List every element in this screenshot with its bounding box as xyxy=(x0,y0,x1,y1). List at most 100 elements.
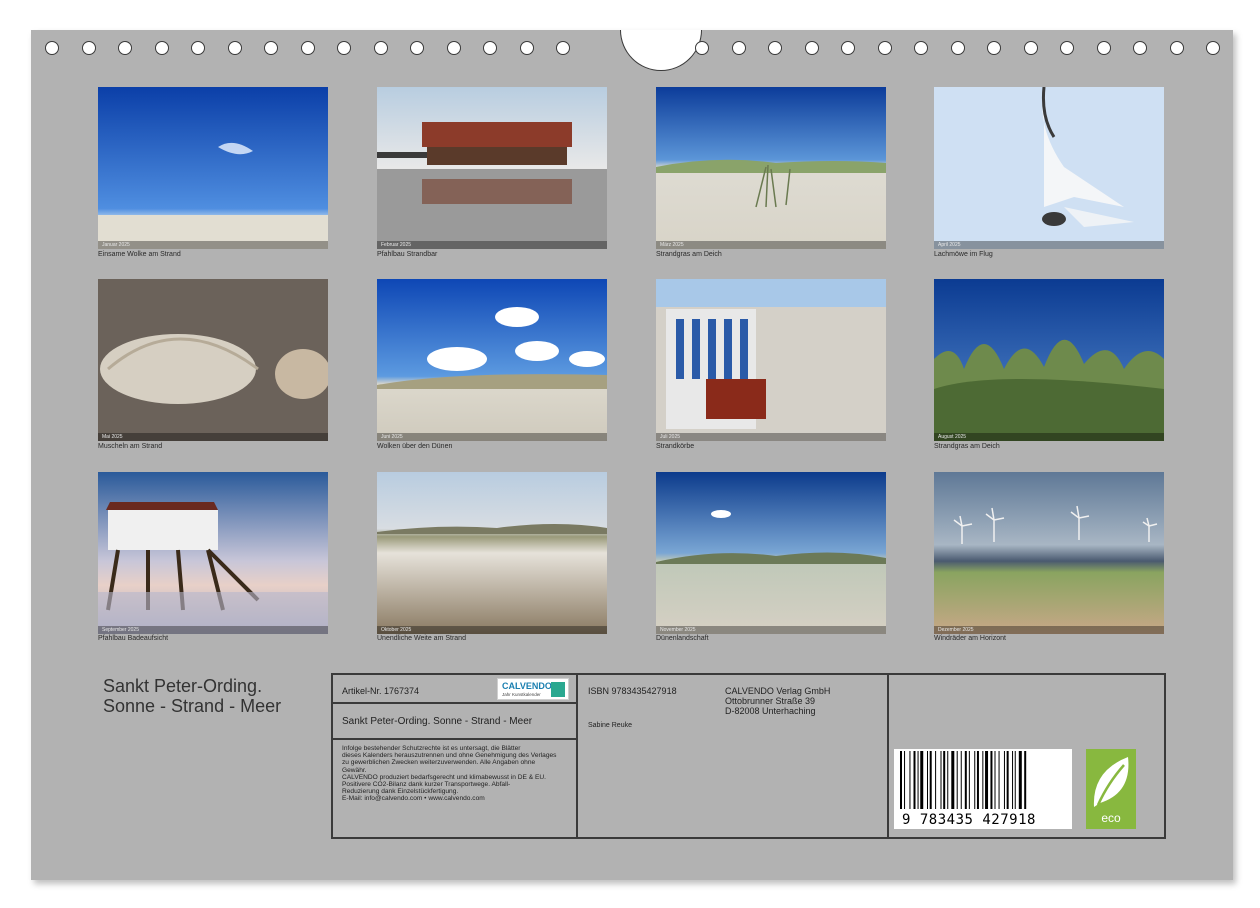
binding-hole xyxy=(987,41,1001,55)
binding-hole xyxy=(1169,41,1184,55)
photo-march: März 2025 xyxy=(656,87,886,249)
photo-caption: Dünenlandschaft xyxy=(656,635,709,642)
photo-april: April 2025 xyxy=(934,87,1164,249)
binding-hole xyxy=(731,41,746,55)
binding-hole xyxy=(154,41,169,55)
barcode-bar xyxy=(1018,751,1022,809)
photo-february: Februar 2025 xyxy=(377,87,607,249)
legal-line: Infolge bestehender Schutzrechte ist es … xyxy=(342,745,521,752)
photo-june: Juni 2025 xyxy=(377,279,607,441)
binding-hole xyxy=(410,41,424,55)
binding-hole xyxy=(1133,41,1147,55)
barcode-bar xyxy=(1012,751,1014,809)
barcode-bar xyxy=(968,751,970,809)
photo-caption: Pfahlbau Badeaufsicht xyxy=(98,635,169,642)
barcode-bar xyxy=(909,751,911,809)
barcode-bar xyxy=(1006,751,1009,809)
logo-mark-icon xyxy=(551,682,565,697)
legal-line: Gewähr. xyxy=(342,766,367,774)
binding-hole xyxy=(1060,41,1074,55)
barcode-bar xyxy=(951,751,955,809)
isbn: ISBN 9783435427918 xyxy=(588,686,677,696)
legal-line: Positivere CO2-Bilanz dank kurzer Transp… xyxy=(342,781,511,789)
leaf-icon xyxy=(1093,757,1129,807)
legal-line: dieses Kalenders herauszutrennen und ohn… xyxy=(342,752,557,760)
legal-line: zu gewerblichen Zwecken weiterzuverwende… xyxy=(342,759,536,767)
binding-hole xyxy=(1096,41,1111,55)
legal-notice: Infolge bestehender Schutzrechte ist es … xyxy=(342,745,574,803)
photo-january: Januar 2025 xyxy=(98,87,328,249)
barcode-bar xyxy=(990,751,993,809)
photo-caption: Einsame Wolke am Strand xyxy=(98,251,181,258)
barcode-bar xyxy=(1024,751,1027,809)
binding-hole xyxy=(950,41,965,55)
binding-hole xyxy=(768,41,782,55)
binding-hole xyxy=(804,41,819,55)
photo-caption: Muscheln am Strand xyxy=(98,443,163,450)
barcode-bar xyxy=(974,751,976,809)
barcode-bar xyxy=(913,751,916,809)
photo-caption: Windräder am Horizont xyxy=(934,635,1006,642)
binding-hole xyxy=(556,41,570,55)
legal-line: CALVENDO produziert bedarfsgerecht und k… xyxy=(342,773,547,781)
binding-hole xyxy=(373,41,388,55)
binding-hole xyxy=(1023,41,1038,55)
binding-hole xyxy=(446,41,461,55)
barcode-bar xyxy=(927,751,928,809)
photo-caption: Strandkörbe xyxy=(656,443,695,450)
barcode-bar xyxy=(943,751,946,809)
photo-july: Juli 2025 xyxy=(656,279,886,441)
binding-hole xyxy=(483,41,497,55)
title-line-1: Sankt Peter-Ording. xyxy=(103,676,263,696)
barcode-bar xyxy=(920,751,924,809)
barcode-bar xyxy=(900,751,902,809)
barcode-bar xyxy=(917,751,919,809)
barcode-bar xyxy=(935,751,937,809)
photo-caption: Unendliche Weite am Strand xyxy=(377,635,466,642)
barcode-bar xyxy=(1014,751,1016,809)
binding-hole xyxy=(118,41,132,55)
publisher-address: CALVENDO Verlag GmbH Ottobrunner Straße … xyxy=(725,686,831,716)
binding-hole xyxy=(227,41,242,55)
barcode-bar xyxy=(960,751,962,809)
barcode: 9 783435 427918 xyxy=(894,749,1072,829)
author: Sabine Reuke xyxy=(588,722,632,729)
photo-may: Mai 2025 xyxy=(98,279,328,441)
barcode-bar xyxy=(985,751,989,809)
legal-line: Reduzierung dank Einzelstückfertigung. xyxy=(342,788,459,796)
photo-caption: Strandgras am Deich xyxy=(656,251,722,258)
barcode-bar xyxy=(947,751,949,809)
binding-hole xyxy=(264,41,278,55)
barcode-bar xyxy=(1003,751,1005,809)
barcode-bar xyxy=(929,751,932,809)
divider xyxy=(331,738,578,740)
binding-hole xyxy=(877,41,892,55)
photo-caption: Lachmöwe im Flug xyxy=(934,251,993,258)
barcode-bar xyxy=(976,751,979,809)
title-line-2: Sonne - Strand - Meer xyxy=(103,696,282,716)
binding-hole xyxy=(337,41,351,55)
barcode-bar xyxy=(964,751,967,809)
barcode-bar xyxy=(994,751,996,809)
barcode-bar xyxy=(982,751,984,809)
photo-caption: Wolken über den Dünen xyxy=(377,443,453,450)
binding-hole xyxy=(1206,41,1220,55)
barcode-digits: 9 783435 427918 xyxy=(902,812,1036,828)
barcode-bar xyxy=(998,751,1000,809)
binding-hole xyxy=(45,41,59,55)
article-number: Artikel-Nr. 1767374 xyxy=(342,686,420,696)
photo-caption: Pfahlbau Strandbar xyxy=(377,251,438,258)
calendar-title: Sankt Peter-Ording. Sonne - Strand - Mee… xyxy=(103,676,281,716)
binding-hole xyxy=(81,41,96,55)
barcode-bar xyxy=(940,751,942,809)
binding-hole xyxy=(841,41,855,55)
calendar-subtitle: Sankt Peter-Ording. Sonne - Strand - Mee… xyxy=(342,716,533,727)
hanger-cutout xyxy=(620,30,702,71)
photo-december: Dezember 2025 xyxy=(934,472,1164,634)
divider xyxy=(887,673,889,839)
photo-august: August 2025 xyxy=(934,279,1164,441)
photo-september: September 2025 xyxy=(98,472,328,634)
photo-october: Oktober 2025 xyxy=(377,472,607,634)
binding-hole xyxy=(300,41,315,55)
binding-hole xyxy=(519,41,534,55)
